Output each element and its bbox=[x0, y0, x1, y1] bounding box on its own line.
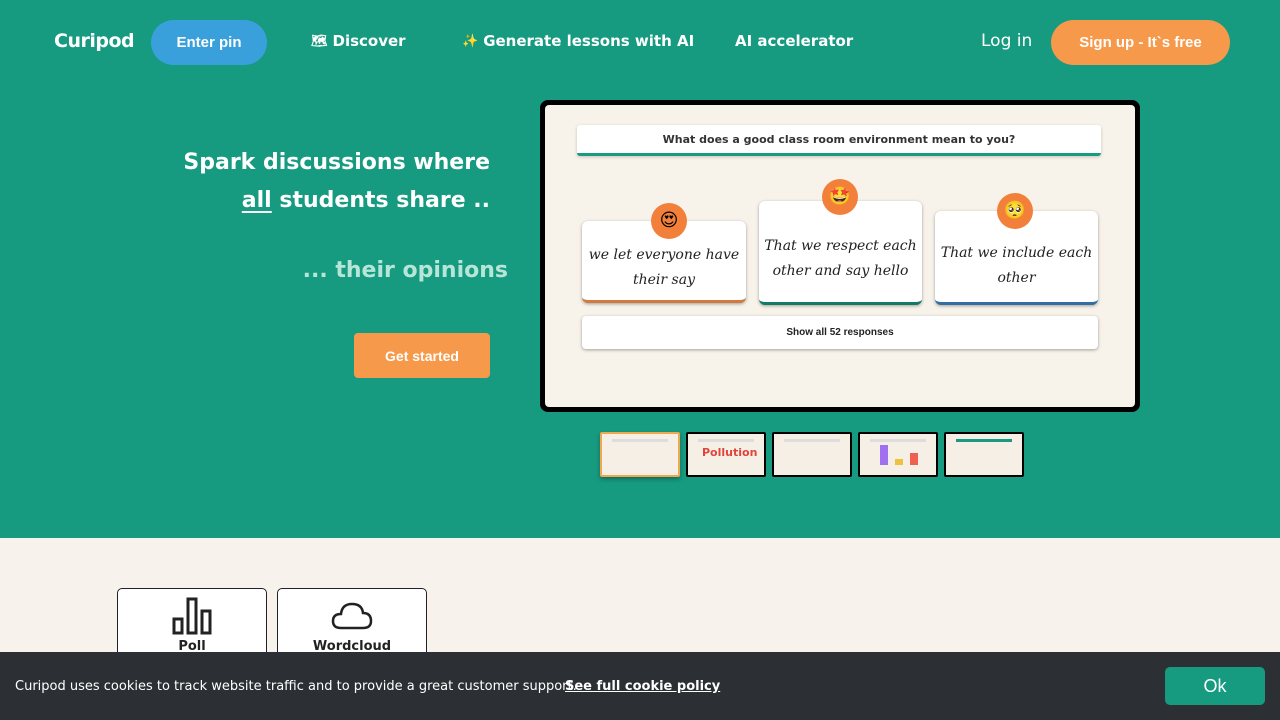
thumb-poll-bar bbox=[895, 459, 903, 465]
nav-generate-link[interactable]: ✨ Generate lessons with AI bbox=[462, 32, 694, 50]
nav-discover-label: Discover bbox=[332, 32, 406, 50]
headline-line-2-rest: students share .. bbox=[271, 188, 490, 213]
cookie-ok-button[interactable]: Ok bbox=[1165, 667, 1265, 705]
cookie-policy-link[interactable]: See full cookie policy bbox=[565, 679, 720, 694]
pleading-emoji-icon: 🥺 bbox=[997, 193, 1033, 229]
curipod-logo[interactable]: Curipod bbox=[54, 30, 135, 52]
headline-line-1: Spark discussions where bbox=[183, 150, 490, 175]
top-navigation: Curipod Enter pin 🗺 Discover ✨ Generate … bbox=[0, 0, 1280, 84]
thumb-title-line bbox=[698, 439, 754, 442]
response-card: That we respect each other and say hello bbox=[759, 201, 922, 305]
hero-section: Curipod Enter pin 🗺 Discover ✨ Generate … bbox=[0, 0, 1280, 538]
show-all-responses-button[interactable]: Show all 52 responses bbox=[582, 316, 1098, 349]
thumb-title-line bbox=[870, 439, 926, 442]
thumb-wordcloud[interactable]: Pollution bbox=[686, 432, 766, 477]
get-started-button[interactable]: Get started bbox=[354, 333, 490, 378]
heart-eyes-emoji-icon: 😍 bbox=[651, 203, 687, 239]
slide-preview: What does a good class room environment … bbox=[540, 100, 1140, 412]
nav-ai-accelerator-link[interactable]: AI accelerator bbox=[735, 32, 853, 50]
nav-discover-link[interactable]: 🗺 Discover bbox=[311, 32, 406, 50]
bar-chart-icon bbox=[172, 597, 212, 635]
nav-generate-label: Generate lessons with AI bbox=[483, 32, 695, 50]
hero-headline: Spark discussions where all students sha… bbox=[183, 144, 490, 220]
thumb-poll-bar bbox=[880, 445, 888, 465]
thumb-poll[interactable] bbox=[858, 432, 938, 477]
thumb-text-responses[interactable] bbox=[944, 432, 1024, 477]
slide-question: What does a good class room environment … bbox=[577, 125, 1101, 156]
star-eyes-emoji-icon: 🤩 bbox=[822, 179, 858, 215]
enter-pin-button[interactable]: Enter pin bbox=[151, 20, 267, 65]
magic-wand-icon: ✨ bbox=[462, 33, 479, 49]
headline-line-2: all students share .. bbox=[183, 182, 490, 220]
map-icon: 🗺 bbox=[311, 33, 328, 49]
slide-canvas: What does a good class room environment … bbox=[545, 105, 1135, 407]
thumb-wordcloud-word: Pollution bbox=[702, 446, 758, 459]
headline-emphasis: all bbox=[241, 188, 272, 213]
thumb-drawings[interactable] bbox=[772, 432, 852, 477]
cookie-banner: Curipod uses cookies to track website tr… bbox=[0, 652, 1280, 720]
cloud-icon bbox=[331, 597, 373, 635]
login-link[interactable]: Log in bbox=[981, 31, 1032, 51]
cookie-message: Curipod uses cookies to track website tr… bbox=[15, 679, 577, 694]
thumb-poll-bar bbox=[910, 453, 918, 465]
thumb-responses[interactable] bbox=[600, 432, 680, 477]
signup-button[interactable]: Sign up - It`s free bbox=[1051, 20, 1230, 65]
hero-tagline: ... their opinions bbox=[302, 258, 508, 283]
slide-thumbnails: Pollution bbox=[600, 432, 1024, 477]
thumb-title-line bbox=[784, 439, 840, 442]
thumb-title-line bbox=[956, 439, 1012, 442]
thumb-title-line bbox=[612, 439, 668, 442]
